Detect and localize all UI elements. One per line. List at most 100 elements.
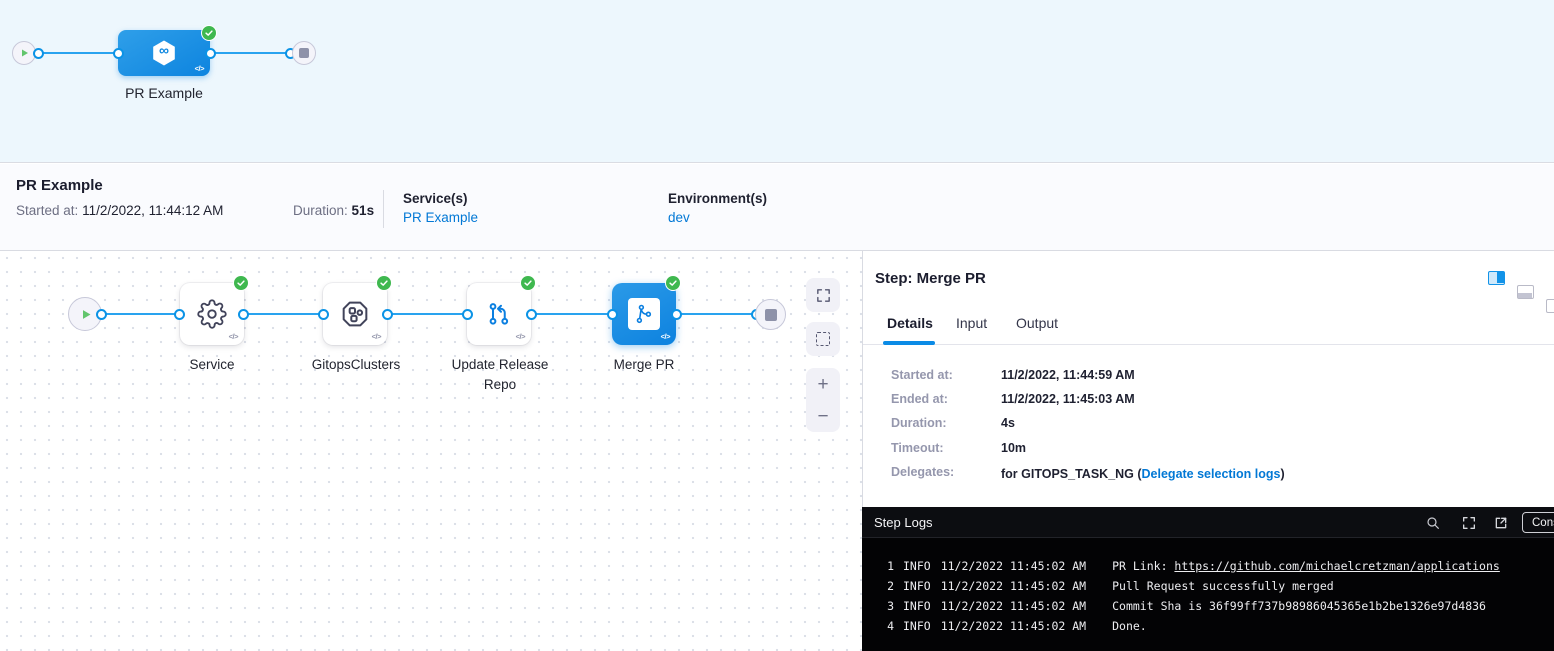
- port: [382, 309, 393, 320]
- pipeline-end-node[interactable]: [292, 41, 316, 65]
- log-message: PR Link:: [1112, 556, 1174, 576]
- environments-label: Environment(s): [668, 191, 767, 206]
- port: [462, 309, 473, 320]
- delegates-prefix: for GITOPS_TASK_NG (: [1001, 467, 1142, 481]
- divider: [383, 190, 384, 228]
- step-label: Update Release Repo: [444, 355, 556, 395]
- stop-icon: [765, 309, 777, 321]
- open-external-icon[interactable]: [1493, 515, 1509, 531]
- port: [318, 309, 329, 320]
- layout-split-right-button[interactable]: [1488, 271, 1505, 285]
- success-check-icon: [665, 275, 681, 291]
- layout-split-right-icon: [1497, 272, 1504, 283]
- log-line: 1INFO11/2/2022 11:45:02 AMPR Link: https…: [862, 556, 1554, 576]
- log-line: 2INFO11/2/2022 11:45:02 AMPull Request s…: [862, 576, 1554, 596]
- log-level: INFO: [903, 596, 931, 616]
- selection-box-icon: [816, 332, 830, 346]
- detail-label: Timeout:: [891, 441, 944, 455]
- tab-output[interactable]: Output: [1016, 315, 1058, 331]
- step-node-service[interactable]: </>: [180, 283, 244, 345]
- play-icon: [18, 47, 30, 59]
- run-title: PR Example: [16, 177, 103, 194]
- code-glyph: </>: [229, 332, 238, 341]
- step-logs-panel: Step Logs Conso 1 INFO 11/2/2022 11:45:02 …: [862, 507, 1554, 651]
- step-logs-header: Step Logs Conso: [862, 507, 1554, 538]
- git-branch-icon: [628, 298, 660, 330]
- edge: [387, 313, 467, 315]
- port: [205, 48, 216, 59]
- fit-to-screen-button[interactable]: [806, 278, 840, 312]
- code-glyph: </>: [195, 64, 204, 73]
- expand-icon: [815, 287, 832, 304]
- detail-value: 4s: [1001, 416, 1015, 430]
- port: [526, 309, 537, 320]
- log-timestamp: 11/2/2022 11:45:02 AM: [941, 576, 1086, 596]
- port: [238, 309, 249, 320]
- services-link[interactable]: PR Example: [403, 210, 478, 225]
- step-panel-title: Step: Merge PR: [875, 270, 986, 287]
- success-check-icon: [520, 275, 536, 291]
- started-at-label: Started at: [16, 203, 75, 218]
- duration-label: Duration: [293, 203, 344, 218]
- code-glyph: </>: [372, 332, 381, 341]
- edge: [101, 313, 179, 315]
- stop-icon: [299, 48, 309, 58]
- edge: [531, 313, 612, 315]
- detail-label: Duration:: [891, 416, 947, 430]
- log-timestamp: 11/2/2022 11:45:02 AM: [941, 616, 1086, 636]
- step-node-update-release-repo[interactable]: </>: [467, 283, 531, 345]
- tab-input[interactable]: Input: [956, 315, 987, 331]
- active-tab-underline: [883, 341, 935, 345]
- success-check-icon: [233, 275, 249, 291]
- gear-icon: [197, 299, 227, 329]
- graph-end-node[interactable]: [755, 299, 786, 330]
- detail-label: Started at:: [891, 368, 953, 382]
- delegates-suffix: ): [1280, 467, 1284, 481]
- log-message: Commit Sha is 36f99ff737b98986045365e1b2…: [1112, 596, 1486, 616]
- marquee-select-button[interactable]: [806, 322, 840, 356]
- environments-link[interactable]: dev: [668, 210, 690, 225]
- log-line-number: 1: [882, 556, 894, 576]
- layout-right-button[interactable]: [1546, 299, 1554, 313]
- gitops-hexagon-icon: ∞: [149, 38, 179, 68]
- zoom-out-button[interactable]: −: [817, 407, 828, 426]
- execution-canvas[interactable]: </> </>: [0, 251, 862, 651]
- detail-label: Ended at:: [891, 392, 948, 406]
- stage-graph-section: ∞ </> PR Example: [0, 0, 1554, 163]
- search-icon[interactable]: [1425, 515, 1441, 531]
- log-level: INFO: [903, 556, 931, 576]
- pr-link[interactable]: https://github.com/michaelcretzman/appli…: [1174, 556, 1499, 576]
- log-line-number: 2: [882, 576, 894, 596]
- log-message: Pull Request successfully merged: [1112, 576, 1334, 596]
- step-details-panel: Step: Merge PR Details Input Output Star…: [862, 251, 1554, 507]
- detail-value: 10m: [1001, 441, 1026, 455]
- zoom-controls: + −: [806, 368, 840, 432]
- detail-value: 11/2/2022, 11:44:59 AM: [1001, 368, 1135, 382]
- expand-logs-icon[interactable]: [1461, 515, 1477, 531]
- edge: [36, 52, 118, 54]
- release-repo-icon: [484, 299, 514, 329]
- console-view-button[interactable]: Conso: [1522, 512, 1554, 533]
- step-node-gitopsclusters[interactable]: </>: [323, 283, 387, 345]
- infinity-glyph: ∞: [149, 42, 179, 58]
- run-header: PR Example Started at: 11/2/2022, 11:44:…: [0, 164, 1554, 251]
- services-label: Service(s): [403, 191, 468, 206]
- layout-bottom-button[interactable]: [1517, 285, 1534, 299]
- edge: [210, 52, 290, 54]
- port: [174, 309, 185, 320]
- stage-node-pr-example[interactable]: ∞ </>: [118, 30, 210, 76]
- step-logs-title: Step Logs: [874, 515, 933, 530]
- zoom-in-button[interactable]: +: [817, 375, 828, 394]
- log-line-number: 3: [882, 596, 894, 616]
- tab-details[interactable]: Details: [887, 315, 933, 331]
- code-glyph: </>: [661, 332, 670, 341]
- code-glyph: </>: [516, 332, 525, 341]
- step-node-merge-pr[interactable]: </>: [612, 283, 676, 345]
- log-line: 4INFO11/2/2022 11:45:02 AMDone.: [862, 616, 1554, 636]
- delegate-selection-logs-link[interactable]: Delegate selection logs: [1142, 467, 1281, 481]
- tabs-divider: [863, 344, 1554, 345]
- step-label: Service: [162, 355, 262, 375]
- log-level: INFO: [903, 616, 931, 636]
- port: [607, 309, 618, 320]
- success-check-icon: [376, 275, 392, 291]
